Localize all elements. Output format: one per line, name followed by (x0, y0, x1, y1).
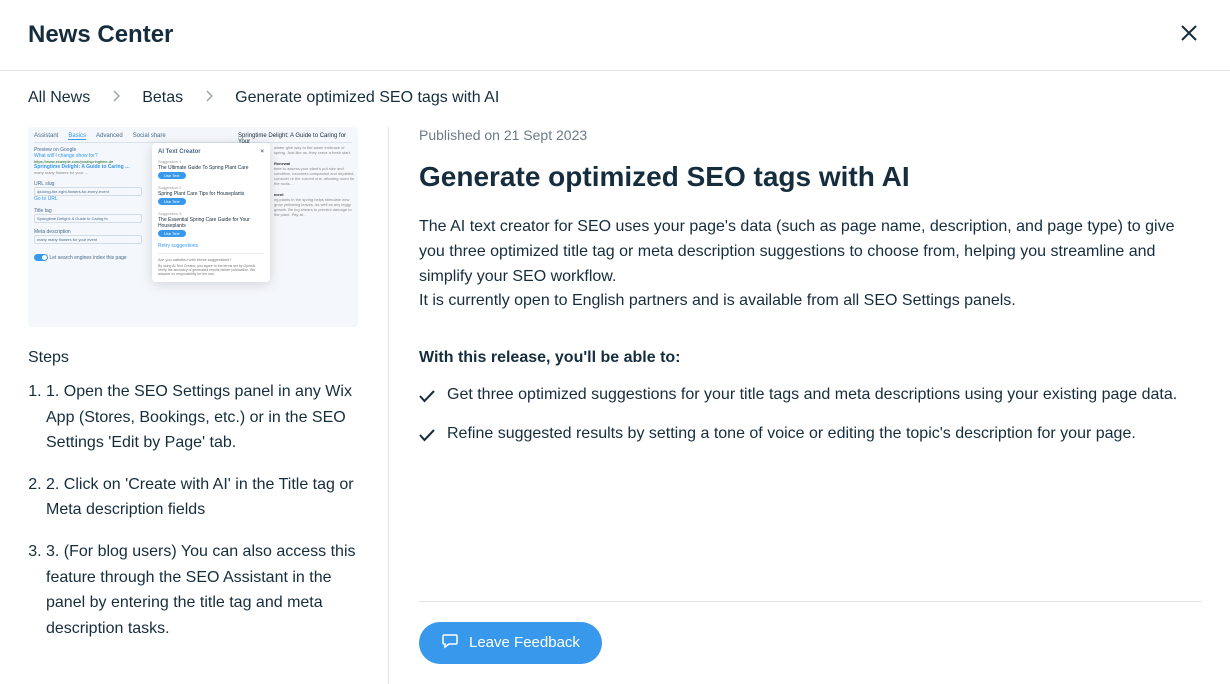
list-item: Refine suggested results by setting a to… (419, 422, 1202, 451)
check-icon (419, 387, 435, 412)
right-column: Published on 21 Sept 2023 Generate optim… (388, 127, 1202, 684)
left-column: Assistant Basics Advanced Social share S… (28, 127, 358, 684)
header: News Center (0, 0, 1230, 71)
article-paragraph: The AI text creator for SEO uses your pa… (419, 215, 1202, 289)
thumb-seo-panel: Preview on Google What will I change sho… (34, 147, 142, 261)
leave-feedback-button[interactable]: Leave Feedback (419, 622, 602, 664)
thumb-tab: Assistant (34, 133, 58, 140)
thumb-tab: Social share (133, 133, 166, 140)
sug-label: Suggestion 2 (158, 185, 264, 190)
article-paragraph: It is currently open to English partners… (419, 289, 1202, 314)
close-icon (1180, 24, 1198, 42)
list-item: Get three optimized suggestions for your… (419, 383, 1202, 412)
toggle-icon (34, 254, 48, 261)
feedback-label: Leave Feedback (469, 634, 580, 651)
list-item-text: Get three optimized suggestions for your… (447, 383, 1177, 408)
thumb-goto: Go to URL (34, 196, 142, 202)
step-item: 2. Click on 'Create with AI' in the Titl… (46, 472, 358, 523)
article-title: Generate optimized SEO tags with AI (419, 161, 1202, 193)
close-icon: × (260, 149, 264, 155)
steps-list: 1. Open the SEO Settings panel in any Wi… (28, 379, 358, 641)
steps-heading: Steps (28, 349, 358, 367)
use-text-btn: Use Text (158, 198, 186, 205)
thumb-titletag-value: Springtime Delight: A Guide to Caring fo (34, 214, 142, 223)
chat-icon (441, 632, 459, 654)
sug-label: Suggestion 3 (158, 211, 264, 216)
close-button[interactable] (1176, 18, 1202, 52)
breadcrumb-all-news[interactable]: All News (28, 89, 90, 107)
feature-list: Get three optimized suggestions for your… (419, 383, 1202, 451)
ai-popup: AI Text Creator × Suggestion 1 The Ultim… (152, 143, 270, 282)
sug-text: Spring Plant Care Tips for Houseplants (158, 191, 264, 197)
popup-title: AI Text Creator (158, 149, 201, 155)
breadcrumb-current: Generate optimized SEO tags with AI (235, 89, 499, 107)
thumb-url-value: /picking-the-right-flowers-for-every-eve… (34, 187, 142, 196)
chevron-right-icon (205, 89, 213, 107)
sug-text: The Ultimate Guide To Spring Plant Care (158, 165, 264, 171)
list-item-text: Refine suggested results by setting a to… (447, 422, 1136, 447)
breadcrumb-betas[interactable]: Betas (142, 89, 183, 107)
sug-label: Suggestion 1 (158, 159, 264, 164)
thumb-tab: Advanced (96, 133, 123, 140)
sug-text: The Essential Spring Care Guide for Your… (158, 217, 264, 229)
use-text-btn: Use Text (158, 230, 186, 237)
use-text-btn: Use Text (158, 172, 186, 179)
check-icon (419, 426, 435, 451)
disclaimer-text: By using AI Text Creator, you agree to t… (158, 264, 264, 276)
content: Assistant Basics Advanced Social share S… (0, 127, 1230, 684)
satisfied-text: Are you satisfied with these suggestions… (158, 257, 264, 262)
page-title: News Center (28, 21, 173, 49)
chevron-right-icon (112, 89, 120, 107)
publish-date: Published on 21 Sept 2023 (419, 127, 1202, 143)
retry-link: Retry suggestions (158, 243, 264, 249)
breadcrumb: All News Betas Generate optimized SEO ta… (0, 71, 1230, 127)
article-subhead: With this release, you'll be able to: (419, 346, 1202, 371)
article-body: The AI text creator for SEO uses your pa… (419, 215, 1202, 461)
divider (419, 601, 1202, 602)
thumb-meta-value: many many flowers for your event (34, 235, 142, 244)
feature-thumbnail: Assistant Basics Advanced Social share S… (28, 127, 358, 327)
thumb-bg-text: winter give way to the warm embrace of s… (274, 145, 356, 218)
thumb-index-label: Let search engines index this page (49, 255, 126, 261)
step-item: 3. (For blog users) You can also access … (46, 539, 358, 641)
thumb-tab: Basics (68, 133, 86, 140)
step-item: 1. Open the SEO Settings panel in any Wi… (46, 379, 358, 456)
